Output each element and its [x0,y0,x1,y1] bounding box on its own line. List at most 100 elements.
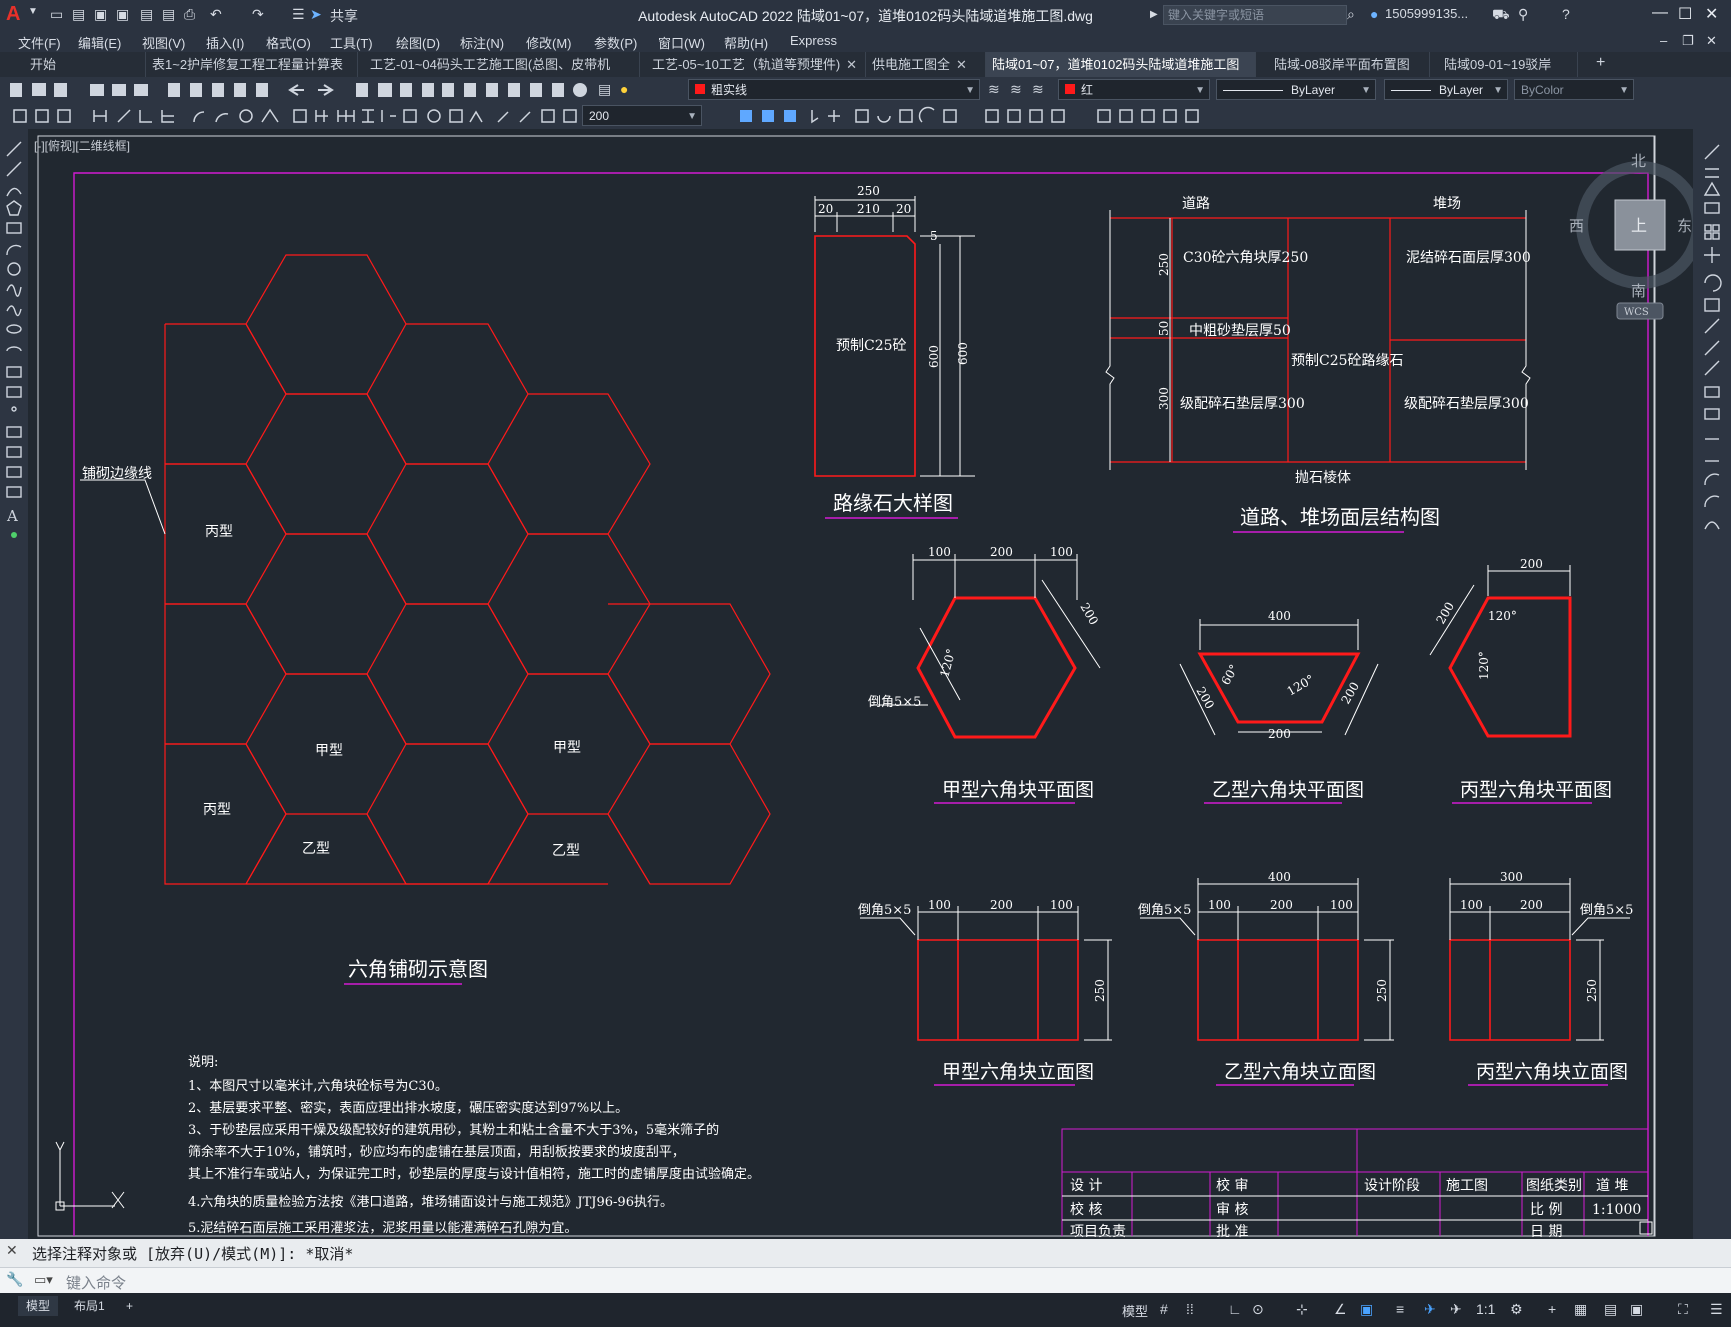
dimension-scale-dropdown[interactable]: 200 ▼ [582,105,702,126]
menu-draw[interactable]: 绘图(D) [396,33,440,52]
menu-window[interactable]: 窗口(W) [658,33,705,52]
command-line[interactable]: 🔧 ▭▾ 键入命令 [0,1267,1731,1294]
curb-stone-detail[interactable]: 250 20 210 20 5 600 600 预制C25砼 [814,184,975,477]
clean-screen-icon[interactable]: ⛶ [1678,1301,1688,1318]
modify-tool-icons[interactable] [708,106,1208,126]
drawing-canvas[interactable]: 铺砌边缘线 丙型 甲型 甲型 丙型 乙型 乙型 六角铺砌示意图 250 20 2… [28,129,1693,1239]
menu-view[interactable]: 视图(V) [142,33,185,52]
menu-format[interactable]: 格式(O) [266,33,311,52]
model-space-button[interactable]: 模型 [1122,1301,1148,1320]
user-icon[interactable]: ● [1370,6,1378,22]
doc-restore-icon[interactable]: ❐ [1682,33,1694,49]
linetype-dropdown[interactable]: ByLayer ▼ [1216,79,1376,100]
yi-plan-view[interactable]: 400 200 200 200 60° 120° [1179,609,1379,741]
autodesk-a360-icon[interactable]: ⚲ [1518,6,1528,23]
new-tab-icon[interactable]: + [1596,54,1605,72]
viewcube-top[interactable]: 上 [1631,216,1647,235]
command-input[interactable]: 键入命令 [66,1272,126,1293]
layer-dropdown[interactable]: 粗实线 ▼ [688,79,980,100]
annotation-scale-button[interactable]: 1:1 [1476,1301,1495,1317]
cart-icon[interactable]: ⛟ [1492,6,1510,25]
layer-on-icon[interactable]: ● [620,81,628,97]
hex-paving-diagram[interactable] [164,254,771,885]
search-icon[interactable]: ⌕ [1347,6,1355,23]
viewcube[interactable]: 上 北 南 西 东 WCS [1545,140,1693,340]
tab-file-6[interactable]: 陆域-08驳岸平面布置图*✕ [1268,52,1430,97]
make-current-layer-icon[interactable]: ≋ [988,81,1000,98]
grid-icon[interactable]: # [1160,1301,1168,1317]
viewcube-north[interactable]: 北 [1631,152,1646,170]
jia-elevation-view[interactable]: 100 200 100 250 倒角5×5 [858,898,1112,1041]
dynamic-input-icon[interactable]: ∠ [1334,1301,1347,1318]
doc-minimize-icon[interactable]: – [1660,33,1667,48]
doc-close-icon[interactable]: ✕ [1706,33,1717,49]
add-layout-button[interactable]: + [118,1296,141,1316]
color-dropdown[interactable]: 红 ▼ [1058,79,1210,100]
bing-plan-view[interactable]: 200 200 120° 120° [1429,557,1572,738]
tab-layout1[interactable]: 布局1 [66,1296,113,1316]
drawing-sheet[interactable]: 铺砌边缘线 丙型 甲型 甲型 丙型 乙型 乙型 六角铺砌示意图 250 20 2… [28,129,1693,1239]
graphics-performance-icon[interactable]: ▣ [1630,1301,1643,1318]
modify-tool-icons-right[interactable] [1701,143,1725,663]
layer-match-icon[interactable]: ≋ [1010,81,1022,98]
plotstyle-dropdown[interactable]: ByColor ▼ [1514,79,1634,100]
quick-properties-icon[interactable]: ▤ [1604,1301,1617,1318]
menu-modify[interactable]: 修改(M) [526,33,572,52]
minimize-icon[interactable]: — [1652,4,1668,22]
ortho-icon[interactable]: ∟ [1228,1301,1242,1317]
title-block[interactable]: 设 计 校 审 校 核 审 核 设计阶段 施工图 图纸类别 道 堆 比 例 1:… [1061,1128,1648,1239]
recent-commands-icon[interactable]: ▭▾ [34,1272,53,1288]
layer-properties-icon[interactable]: ▤ [598,81,611,98]
tab-close-icon[interactable]: ✕ [846,57,857,72]
menu-express[interactable]: Express [790,33,837,48]
selection-cycling-icon[interactable]: ▣ [1360,1301,1373,1318]
tab-close-icon[interactable]: ✕ [956,57,967,72]
snap-icon[interactable]: ⁞⁞ [1186,1301,1194,1317]
tab-file-1[interactable]: 表1~2护岸修复工程工程量计算表✕ [146,52,358,97]
yi-elevation-view[interactable]: 400 100 200 100 250 倒角5×5 [1138,870,1394,1041]
viewcube-east[interactable]: 东 [1677,217,1692,235]
draw-tool-icons[interactable]: A [4,139,26,599]
wcs-dropdown[interactable]: WCS [1624,307,1649,318]
bing-elevation-view[interactable]: 300 100 200 250 倒角5×5 [1449,870,1633,1041]
viewcube-south[interactable]: 南 [1631,282,1646,300]
close-icon[interactable]: ✕ [1705,4,1718,24]
lineweight-dropdown[interactable]: ByLayer ▼ [1384,79,1508,100]
help-button[interactable]: ? [1562,6,1570,22]
menu-dimension[interactable]: 标注(N) [460,33,504,52]
jia-plan-view[interactable]: 100 200 100 200 120° 倒角5×5 [868,545,1101,739]
polar-icon[interactable]: ⊙ [1252,1301,1264,1318]
customize-status-icon[interactable]: ☰ [1710,1301,1723,1318]
tab-file-5-active[interactable]: 陆域01~07，道堆0102码头陆域道堆施工图*✕ [986,52,1256,97]
menu-help[interactable]: 帮助(H) [724,33,768,52]
tab-file-4[interactable]: 供电施工图全 ✕ [866,52,986,77]
menu-edit[interactable]: 编辑(E) [78,33,121,52]
dimension-tool-icons[interactable] [10,106,580,126]
viewport-controls[interactable]: [-][俯视][二维线框] [34,137,130,154]
workspace-gear-icon[interactable]: ⚙ [1510,1301,1523,1318]
osnap-icon[interactable]: ⊹ [1296,1301,1308,1318]
layer-previous-icon[interactable]: ≋ [1032,81,1044,98]
autoscale-icon[interactable]: ✈ [1450,1301,1462,1318]
viewcube-west[interactable]: 西 [1569,217,1584,235]
lineweight-icon[interactable]: ≡ [1396,1301,1404,1317]
user-name[interactable]: 1505999135... [1385,6,1468,21]
expand-arrow-icon[interactable]: ▶ [1150,9,1158,20]
maximize-icon[interactable]: ☐ [1678,4,1692,24]
customize-icon[interactable]: 🔧 [6,1271,23,1288]
tab-file-2[interactable]: 工艺-01~04码头工艺施工图(总图、皮带机2)✕ [364,52,640,97]
tab-start[interactable]: 开始 [24,52,146,77]
annotation-monitor-icon[interactable]: + [1548,1301,1556,1317]
units-icon[interactable]: ▦ [1574,1301,1587,1318]
tab-model[interactable]: 模型 [18,1296,59,1316]
close-command-icon[interactable]: ✕ [6,1242,18,1259]
tab-file-7[interactable]: 陆域09-01~19驳岸*✕ [1438,52,1578,97]
road-structure-section[interactable]: 道路 堆场 C30砼六角块厚250 中粗砂垫层厚50 级配碎石垫层厚300 预制… [1105,196,1531,486]
annotation-visibility-icon[interactable]: ✈ [1424,1301,1436,1318]
menu-parametric[interactable]: 参数(P) [594,33,637,52]
menu-file[interactable]: 文件(F) [18,33,61,52]
menu-insert[interactable]: 插入(I) [206,33,244,52]
search-input[interactable]: 键入关键字或短语 [1163,5,1347,25]
standard-tool-icons[interactable] [6,80,686,100]
menu-tools[interactable]: 工具(T) [330,33,373,52]
